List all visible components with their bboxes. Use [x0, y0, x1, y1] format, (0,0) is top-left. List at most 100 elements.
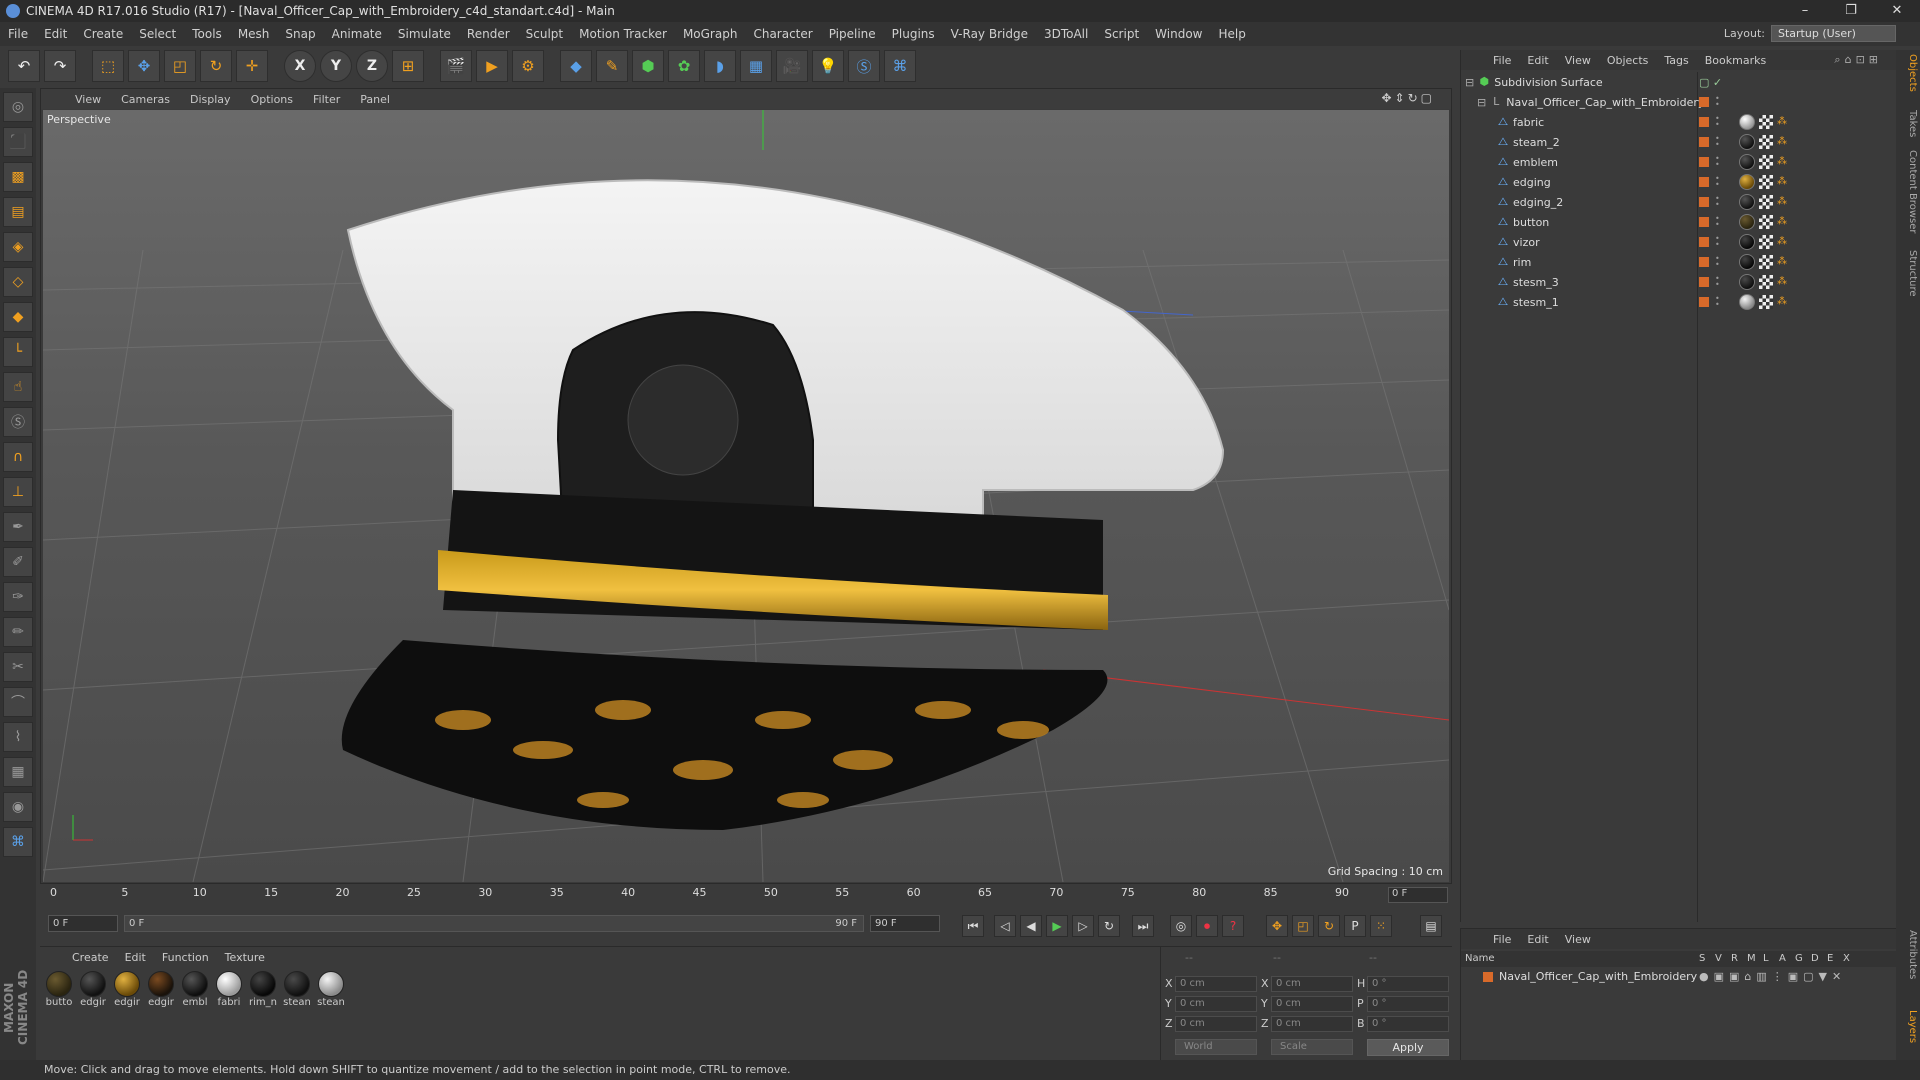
tab-structure[interactable]: Structure — [1898, 250, 1918, 297]
viewport-menu-panel[interactable]: Panel — [350, 93, 400, 106]
menu-motion-tracker[interactable]: Motion Tracker — [571, 22, 675, 46]
solo-mode-icon[interactable]: Ⓢ — [3, 407, 33, 437]
menu-vray-bridge[interactable]: V-Ray Bridge — [943, 22, 1036, 46]
phong-tag-icon[interactable]: ⁂ — [1777, 196, 1787, 207]
layer-color-swatch[interactable] — [1699, 197, 1709, 207]
layer-toggle-icons[interactable]: ●▣▣⌂▥⋮▣▢▼✕ — [1699, 970, 1846, 983]
menu-character[interactable]: Character — [745, 22, 820, 46]
lm-menu-edit[interactable]: Edit — [1519, 933, 1556, 946]
viewport-menu-display[interactable]: Display — [180, 93, 241, 106]
y-axis-lock-button[interactable]: Y — [320, 50, 352, 82]
render-picture-viewer-icon[interactable]: ▶ — [476, 50, 508, 82]
phong-tag-icon[interactable]: ⁂ — [1777, 236, 1787, 247]
layer-row[interactable]: Naval_Officer_Cap_with_Embroidery ●▣▣⌂▥⋮… — [1461, 969, 1897, 987]
z-position-field[interactable]: 0 cm — [1175, 1016, 1257, 1032]
minimize-button[interactable]: – — [1782, 0, 1828, 22]
material-tag-icon[interactable] — [1739, 194, 1755, 210]
tree-row-object[interactable]: ⧍ stesm_3 • • ⁂ — [1461, 272, 1897, 292]
phong-tag-icon[interactable]: ⁂ — [1777, 216, 1787, 227]
uvw-tag-icon[interactable] — [1759, 215, 1773, 229]
phong-tag-icon[interactable]: ⁂ — [1777, 156, 1787, 167]
paint-brush-icon[interactable]: ✏ — [3, 617, 33, 647]
python-script-icon[interactable]: ⌘ — [3, 827, 33, 857]
previous-key-icon[interactable]: ◁ — [994, 915, 1016, 937]
3d-viewport[interactable]: Perspective Grid Spacing : 10 cm — [43, 110, 1449, 882]
play-forward-icon[interactable]: ▶ — [1046, 915, 1068, 937]
phong-tag-icon[interactable]: ⁂ — [1777, 276, 1787, 287]
layer-color-swatch[interactable] — [1699, 257, 1709, 267]
visibility-dots[interactable]: • • — [1715, 115, 1720, 129]
preview-range-slider[interactable]: 0 F 90 F — [124, 915, 864, 932]
redo-icon[interactable]: ↷ — [44, 50, 76, 82]
record-scale-icon[interactable]: ◰ — [1292, 915, 1314, 937]
pull-brush-icon[interactable]: ✐ — [3, 547, 33, 577]
render-settings-icon[interactable]: ⚙ — [512, 50, 544, 82]
material-item[interactable]: edgir — [78, 971, 108, 1008]
start-frame-field[interactable]: 0 F — [48, 915, 118, 932]
phong-tag-icon[interactable]: ⁂ — [1777, 256, 1787, 267]
material-item[interactable]: butto — [44, 971, 74, 1008]
timeline-ruler[interactable]: 0 5 10 15 20 25 30 35 40 45 50 55 60 65 … — [40, 884, 1452, 908]
bridge-icon[interactable]: ⌇ — [3, 722, 33, 752]
go-to-end-icon[interactable]: ⏭ — [1132, 915, 1154, 937]
maximize-button[interactable]: ❐ — [1828, 0, 1874, 22]
model-mode-icon[interactable]: ⬛ — [3, 127, 33, 157]
tree-row-object[interactable]: ⧍ edging_2 • • ⁂ — [1461, 192, 1897, 212]
sculpt-brush-icon[interactable]: ✒ — [3, 512, 33, 542]
size-mode-dropdown[interactable]: Scale — [1271, 1039, 1353, 1055]
material-tag-icon[interactable] — [1739, 274, 1755, 290]
material-tag-icon[interactable] — [1739, 214, 1755, 230]
material-menu-function[interactable]: Function — [154, 951, 217, 964]
tree-row-subdivision[interactable]: ⊟ ⬢ Subdivision Surface ▢ ✓ — [1461, 72, 1897, 92]
axis-mode-icon[interactable]: └ — [3, 337, 33, 367]
tab-content-browser[interactable]: Content Browser — [1898, 150, 1918, 233]
menu-create[interactable]: Create — [75, 22, 131, 46]
material-item[interactable]: rim_n — [248, 971, 278, 1008]
om-menu-edit[interactable]: Edit — [1519, 54, 1556, 67]
lasso-icon[interactable]: ⌒ — [3, 687, 33, 717]
material-item[interactable]: stean — [282, 971, 312, 1008]
om-menu-file[interactable]: File — [1485, 54, 1519, 67]
move-tool-icon[interactable]: ✥ — [128, 50, 160, 82]
uvw-tag-icon[interactable] — [1759, 295, 1773, 309]
tab-attributes[interactable]: Attributes — [1898, 930, 1918, 979]
om-menu-tags[interactable]: Tags — [1656, 54, 1696, 67]
material-tag-icon[interactable] — [1739, 114, 1755, 130]
menu-snap[interactable]: Snap — [277, 22, 323, 46]
knife-icon[interactable]: ✂ — [3, 652, 33, 682]
subdivision-surface-icon[interactable]: ⬢ — [632, 50, 664, 82]
floor-icon[interactable]: ▦ — [740, 50, 772, 82]
go-to-start-icon[interactable]: ⏮ — [962, 915, 984, 937]
keyframe-selection-icon[interactable]: ? — [1222, 915, 1244, 937]
tree-row-object[interactable]: ⧍ stesm_1 • • ⁂ — [1461, 292, 1897, 312]
record-pla-icon[interactable]: ⁙ — [1370, 915, 1392, 937]
current-frame-field[interactable]: 0 F — [1388, 887, 1448, 903]
uvw-tag-icon[interactable] — [1759, 195, 1773, 209]
menu-simulate[interactable]: Simulate — [390, 22, 459, 46]
menu-mograph[interactable]: MoGraph — [675, 22, 746, 46]
material-item[interactable]: edgir — [112, 971, 142, 1008]
material-menu-edit[interactable]: Edit — [117, 951, 154, 964]
uvw-tag-icon[interactable] — [1759, 255, 1773, 269]
edges-mode-icon[interactable]: ◇ — [3, 267, 33, 297]
visibility-dots[interactable]: • • — [1715, 255, 1720, 269]
layer-color-swatch[interactable] — [1699, 157, 1709, 167]
viewport-menu-view[interactable]: View — [65, 93, 111, 106]
viewport-navigation-icons[interactable]: ✥⇕↻▢ — [1371, 91, 1445, 105]
uvw-tag-icon[interactable] — [1759, 155, 1773, 169]
layer-color-swatch[interactable] — [1483, 972, 1493, 982]
visibility-dots[interactable]: • • — [1715, 235, 1720, 249]
tree-row-object[interactable]: ⧍ vizor • • ⁂ — [1461, 232, 1897, 252]
lm-menu-view[interactable]: View — [1557, 933, 1599, 946]
layer-color-swatch[interactable] — [1699, 97, 1709, 107]
phong-tag-icon[interactable]: ⁂ — [1777, 176, 1787, 187]
visibility-dots[interactable]: • • — [1715, 135, 1720, 149]
end-frame-field[interactable]: 90 F — [870, 915, 940, 932]
make-editable-icon[interactable]: ◎ — [3, 92, 33, 122]
viewport-menu-filter[interactable]: Filter — [303, 93, 350, 106]
menu-help[interactable]: Help — [1210, 22, 1253, 46]
previous-frame-icon[interactable]: ◀ — [1020, 915, 1042, 937]
tree-row-object[interactable]: ⧍ rim • • ⁂ — [1461, 252, 1897, 272]
apply-button[interactable]: Apply — [1367, 1039, 1449, 1056]
loop-icon[interactable]: ↻ — [1098, 915, 1120, 937]
